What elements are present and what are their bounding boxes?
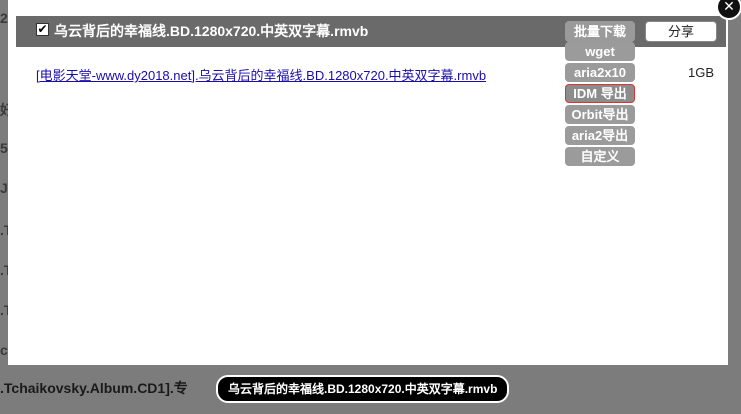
menu-item-custom[interactable]: 自定义	[565, 147, 635, 166]
download-menu: wget aria2x10 IDM 导出 Orbit导出 aria2导出 自定义	[565, 42, 635, 168]
close-icon[interactable]: ✕	[716, 0, 741, 20]
menu-item-wget[interactable]: wget	[565, 42, 635, 61]
menu-item-idm-export[interactable]: IDM 导出	[565, 84, 635, 103]
menu-item-aria2-export[interactable]: aria2导出	[565, 126, 635, 145]
file-size: 1GB	[688, 65, 715, 80]
batch-download-button[interactable]: 批量下载	[565, 21, 635, 42]
menu-item-orbit-export[interactable]: Orbit导出	[565, 105, 635, 124]
share-dialog: ✔ 乌云背后的幸福线.BD.1280x720.中英双字幕.rmvb 批量下载 分…	[8, 0, 728, 365]
background-list-item: .Tchaikovsky.Album.CD1].专	[0, 380, 188, 396]
filename-tooltip: 乌云背后的幸福线.BD.1280x720.中英双字幕.rmvb	[216, 375, 510, 403]
file-link[interactable]: [电影天堂-www.dy2018.net].乌云背后的幸福线.BD.1280x7…	[36, 65, 486, 84]
dialog-title: 乌云背后的幸福线.BD.1280x720.中英双字幕.rmvb	[54, 23, 369, 39]
background-text: 5	[0, 140, 8, 156]
share-button[interactable]: 分享	[645, 21, 717, 42]
select-all-checkbox[interactable]: ✔	[36, 23, 49, 36]
menu-item-aria2x10[interactable]: aria2x10	[565, 63, 635, 82]
background-text: J	[0, 180, 8, 196]
